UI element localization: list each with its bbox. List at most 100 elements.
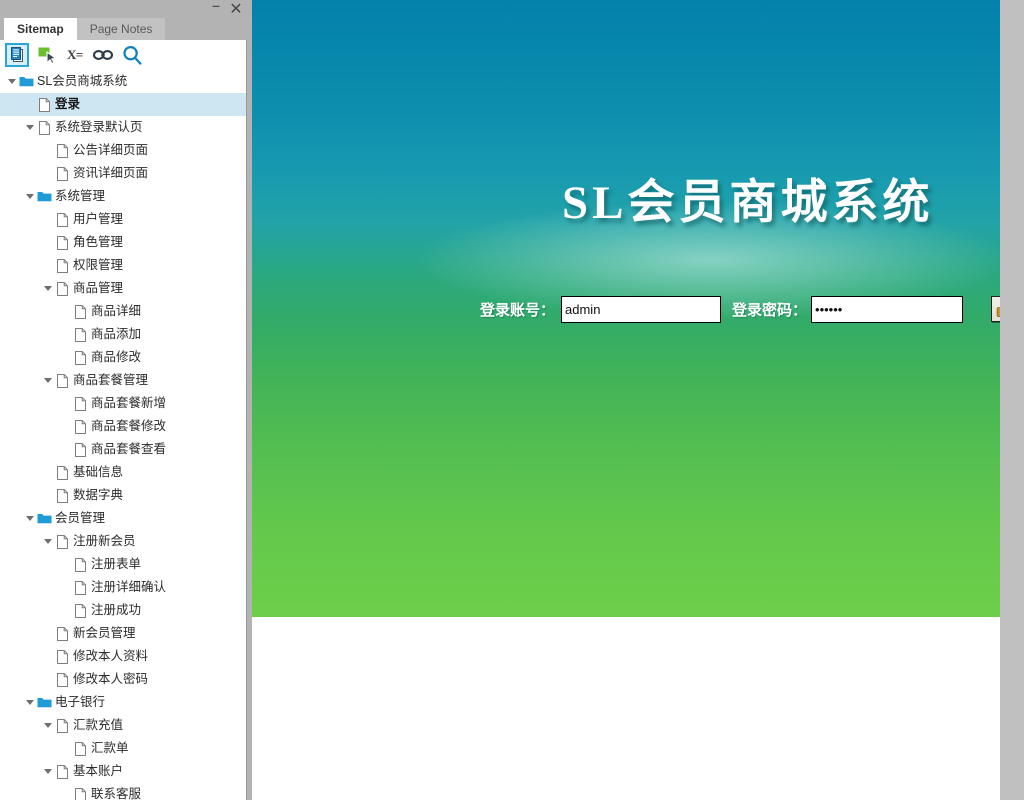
tree-item[interactable]: 新会员管理 <box>0 622 246 645</box>
tree-item[interactable]: 商品详细 <box>0 300 246 323</box>
tree-item[interactable]: 系统登录默认页 <box>0 116 246 139</box>
page-icon <box>72 553 88 576</box>
cursor-select-icon[interactable] <box>38 46 57 64</box>
tree-item-label: 汇款单 <box>91 741 129 755</box>
tree-item[interactable]: 商品管理 <box>0 277 246 300</box>
tree-item[interactable]: 登录 <box>0 93 246 116</box>
tree-item-label: 基本账户 <box>73 764 124 778</box>
tree-item[interactable]: 注册成功 <box>0 599 246 622</box>
chevron-down-icon[interactable] <box>42 714 54 737</box>
tree-item[interactable]: SL会员商城系统 <box>0 70 246 93</box>
pages-icon[interactable] <box>5 43 29 67</box>
chevron-down-icon[interactable] <box>24 116 36 139</box>
tree-item[interactable]: 注册详细确认 <box>0 576 246 599</box>
chevron-down-icon[interactable] <box>42 530 54 553</box>
page-icon <box>72 323 88 346</box>
tree-item[interactable]: 系统管理 <box>0 185 246 208</box>
tree-item[interactable]: 公告详细页面 <box>0 139 246 162</box>
account-input[interactable] <box>561 295 722 323</box>
tree-item-label: 电子银行 <box>55 695 106 709</box>
search-icon[interactable] <box>122 45 142 65</box>
page-icon <box>72 599 88 622</box>
tree-item-label: 新会员管理 <box>73 626 136 640</box>
tree-item[interactable]: 汇款充值 <box>0 714 246 737</box>
page-icon <box>54 254 70 277</box>
tree-item-label: 商品管理 <box>73 281 124 295</box>
tab-page-notes[interactable]: Page Notes <box>76 18 166 40</box>
panel-titlebar: – ✕ <box>0 0 252 18</box>
chevron-down-icon[interactable] <box>24 691 36 714</box>
tree-item[interactable]: 资讯详细页面 <box>0 162 246 185</box>
tree-item-label: 注册表单 <box>91 557 142 571</box>
tree-item-label: 权限管理 <box>73 258 124 272</box>
tree-item[interactable]: 商品套餐查看 <box>0 438 246 461</box>
unlock-padlock-icon <box>996 307 1000 317</box>
chevron-down-icon[interactable] <box>42 277 54 300</box>
variables-icon[interactable]: X= <box>66 47 84 63</box>
chevron-down-icon[interactable] <box>42 369 54 392</box>
app-root: – ✕ Sitemap Page Notes X= SL会员商城系统 登录 系统… <box>0 0 1024 800</box>
chevron-down-icon[interactable] <box>24 507 36 530</box>
tab-sitemap[interactable]: Sitemap <box>4 18 77 40</box>
tree-item-label: 会员管理 <box>55 511 106 525</box>
tree-item-label: 注册详细确认 <box>91 580 167 594</box>
tree-item[interactable]: 注册表单 <box>0 553 246 576</box>
page-icon <box>54 461 70 484</box>
page-icon <box>72 392 88 415</box>
tree-item[interactable]: 汇款单 <box>0 737 246 760</box>
folder-icon <box>36 507 52 530</box>
tree-item[interactable]: 商品套餐管理 <box>0 369 246 392</box>
tree-item-label: 登录 <box>55 97 81 111</box>
tree-item[interactable]: 电子银行 <box>0 691 246 714</box>
tree-item[interactable]: 修改本人资料 <box>0 645 246 668</box>
tree-item-label: 系统登录默认页 <box>55 120 143 134</box>
close-icon[interactable]: ✕ <box>228 1 244 17</box>
tree-item[interactable]: 商品套餐修改 <box>0 415 246 438</box>
login-form: 登录账号： 登录密码： <box>252 291 1000 327</box>
page-icon <box>54 484 70 507</box>
page-icon <box>72 737 88 760</box>
page-icon <box>54 714 70 737</box>
panel-tabbar: Sitemap Page Notes <box>0 18 252 40</box>
tree-item[interactable]: 基本账户 <box>0 760 246 783</box>
sitemap-toolbar: X= <box>0 40 246 70</box>
chevron-down-icon[interactable] <box>24 185 36 208</box>
tree-item[interactable]: 联系客服 <box>0 783 246 800</box>
sitemap-tree[interactable]: SL会员商城系统登录系统登录默认页公告详细页面资讯详细页面系统管理 用户管理角色管… <box>0 70 246 800</box>
tree-item-label: 商品套餐管理 <box>73 373 149 387</box>
tree-item[interactable]: 商品修改 <box>0 346 246 369</box>
tree-item[interactable]: 数据字典 <box>0 484 246 507</box>
password-input[interactable] <box>811 295 964 323</box>
tree-item[interactable]: 修改本人密码 <box>0 668 246 691</box>
tree-item[interactable]: 商品添加 <box>0 323 246 346</box>
tree-item-label: 角色管理 <box>73 235 124 249</box>
tree-item-label: 资讯详细页面 <box>73 166 149 180</box>
tree-item[interactable]: 注册新会员 <box>0 530 246 553</box>
tree-item[interactable]: 会员管理 <box>0 507 246 530</box>
page-scroll-region[interactable] <box>1000 0 1024 800</box>
minimize-icon[interactable]: – <box>208 0 224 17</box>
tree-item-label: 汇款充值 <box>73 718 124 732</box>
chevron-down-icon[interactable] <box>42 760 54 783</box>
tree-item[interactable]: 权限管理 <box>0 254 246 277</box>
tree-item[interactable]: 用户管理 <box>0 208 246 231</box>
tree-item[interactable]: 角色管理 <box>0 231 246 254</box>
folder-icon <box>36 691 52 714</box>
chevron-down-icon[interactable] <box>6 70 18 93</box>
tree-item[interactable]: 商品套餐新增 <box>0 392 246 415</box>
link-icon[interactable] <box>92 49 113 61</box>
login-submit-button[interactable] <box>991 296 1000 322</box>
tree-item[interactable]: 基础信息 <box>0 461 246 484</box>
